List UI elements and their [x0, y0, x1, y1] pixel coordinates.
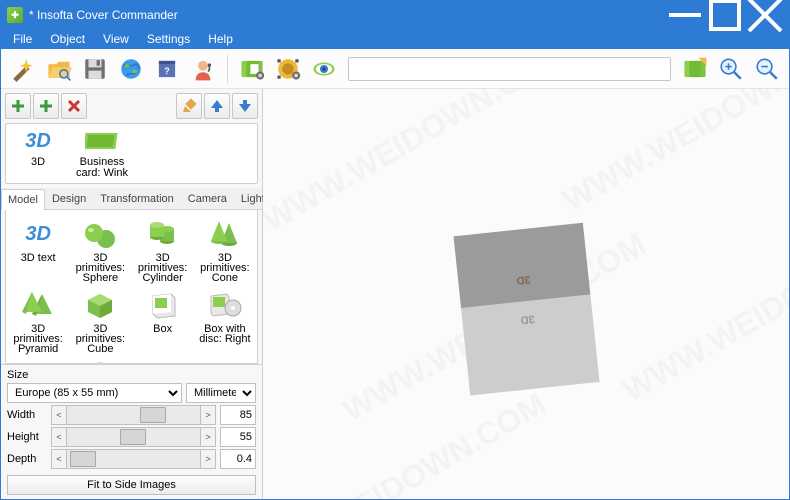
- edit-object-button[interactable]: [176, 93, 202, 119]
- fit-to-side-images-button[interactable]: Fit to Side Images: [7, 475, 256, 495]
- export-animation-button[interactable]: [272, 53, 304, 85]
- preview-canvas[interactable]: WWW.WEIDOWN.COM WWW.WEIDOWN.COM WWW.WEID…: [263, 89, 789, 499]
- model-item[interactable]: 3D3D text: [8, 216, 68, 285]
- scene-item-label: 3D: [10, 157, 66, 168]
- export-image-button[interactable]: [236, 53, 268, 85]
- scene-objects-box: 3D 3D Business card: Wink: [5, 123, 258, 184]
- minimize-button[interactable]: [665, 1, 705, 29]
- tab-model[interactable]: Model: [1, 189, 45, 210]
- width-input[interactable]: [220, 405, 256, 425]
- property-tabs: Model Design Transformation Camera Light…: [1, 188, 262, 210]
- svg-text:3D: 3D: [516, 275, 531, 288]
- main-toolbar: ?: [1, 49, 789, 89]
- duplicate-object-button[interactable]: [33, 93, 59, 119]
- maximize-button[interactable]: [705, 1, 745, 29]
- model-item-label: 3D text: [9, 253, 67, 263]
- wizard-button[interactable]: [7, 53, 39, 85]
- model-item-label: 3D primitives: Cone: [196, 253, 254, 283]
- model-item[interactable]: 3D primitives: Cylinder: [133, 216, 193, 285]
- model-item[interactable]: 3D primitives: Sphere: [70, 216, 130, 285]
- height-slider[interactable]: <>: [51, 427, 216, 447]
- left-panel: 3D 3D Business card: Wink Model Design T…: [1, 89, 263, 499]
- depth-input[interactable]: [220, 449, 256, 469]
- add-object-button[interactable]: [5, 93, 31, 119]
- model-item-label: 3D primitives: Cube: [71, 324, 129, 354]
- model-gallery[interactable]: 3D3D text3D primitives: Sphere3D primiti…: [5, 210, 258, 364]
- preview-slider[interactable]: [348, 57, 671, 81]
- model-item-label: 3D primitives: Cylinder: [134, 253, 192, 283]
- scene-item-businesscard[interactable]: Business card: Wink: [74, 128, 130, 179]
- model-item-label: Box: [134, 324, 192, 334]
- scene-toolbar: [1, 89, 262, 123]
- height-label: Height: [7, 431, 47, 443]
- model-item-label: 3D primitives: Pyramid: [9, 324, 67, 354]
- zoom-in-button[interactable]: [715, 53, 747, 85]
- scene-item-3d[interactable]: 3D 3D: [10, 128, 66, 179]
- model-item[interactable]: 3D primitives: Cone: [195, 216, 255, 285]
- size-panel: Size Europe (85 x 55 mm) Millimeters Wid…: [1, 364, 262, 499]
- menu-view[interactable]: View: [95, 30, 137, 48]
- globe-button[interactable]: [115, 53, 147, 85]
- delete-object-button[interactable]: [61, 93, 87, 119]
- depth-label: Depth: [7, 453, 47, 465]
- toolbar-separator: [227, 55, 228, 83]
- save-button[interactable]: [79, 53, 111, 85]
- width-slider[interactable]: <>: [51, 405, 216, 425]
- title-bar: ✚ * Insofta Cover Commander: [1, 1, 789, 29]
- app-icon: ✚: [7, 7, 23, 23]
- tab-camera[interactable]: Camera: [181, 188, 234, 209]
- menu-settings[interactable]: Settings: [139, 30, 198, 48]
- menu-help[interactable]: Help: [200, 30, 241, 48]
- model-item-label: Box with disc: Right: [196, 324, 254, 344]
- height-input[interactable]: [220, 427, 256, 447]
- model-item-label: 3D primitives: Sphere: [71, 253, 129, 283]
- size-title: Size: [7, 369, 256, 381]
- model-item[interactable]: Box: [133, 287, 193, 356]
- model-item[interactable]: Box with disc: Right: [195, 287, 255, 356]
- support-button[interactable]: [187, 53, 219, 85]
- watermark: WWW.WEIDOWN.COM: [617, 206, 789, 410]
- close-button[interactable]: [745, 1, 785, 29]
- tab-transformation[interactable]: Transformation: [93, 188, 181, 209]
- preview-eye-button[interactable]: [308, 53, 340, 85]
- window-title: * Insofta Cover Commander: [29, 8, 665, 22]
- svg-text:?: ?: [164, 65, 169, 75]
- move-down-button[interactable]: [232, 93, 258, 119]
- size-units-select[interactable]: Millimeters: [186, 383, 256, 403]
- model-item[interactable]: 3D primitives: Cube: [70, 287, 130, 356]
- menu-file[interactable]: File: [5, 30, 40, 48]
- help-button[interactable]: ?: [151, 53, 183, 85]
- model-item[interactable]: 3D primitives: Pyramid: [8, 287, 68, 356]
- scene-item-label: Business card: Wink: [74, 157, 130, 179]
- zoom-out-button[interactable]: [751, 53, 783, 85]
- size-preset-select[interactable]: Europe (85 x 55 mm): [7, 383, 182, 403]
- depth-slider[interactable]: <>: [51, 449, 216, 469]
- rendered-3d-object: 3D 3D: [436, 189, 616, 422]
- svg-text:3D: 3D: [520, 312, 535, 325]
- open-button[interactable]: [43, 53, 75, 85]
- move-up-button[interactable]: [204, 93, 230, 119]
- render-button[interactable]: [679, 53, 711, 85]
- tab-design[interactable]: Design: [45, 188, 93, 209]
- menu-object[interactable]: Object: [42, 30, 93, 48]
- width-label: Width: [7, 409, 47, 421]
